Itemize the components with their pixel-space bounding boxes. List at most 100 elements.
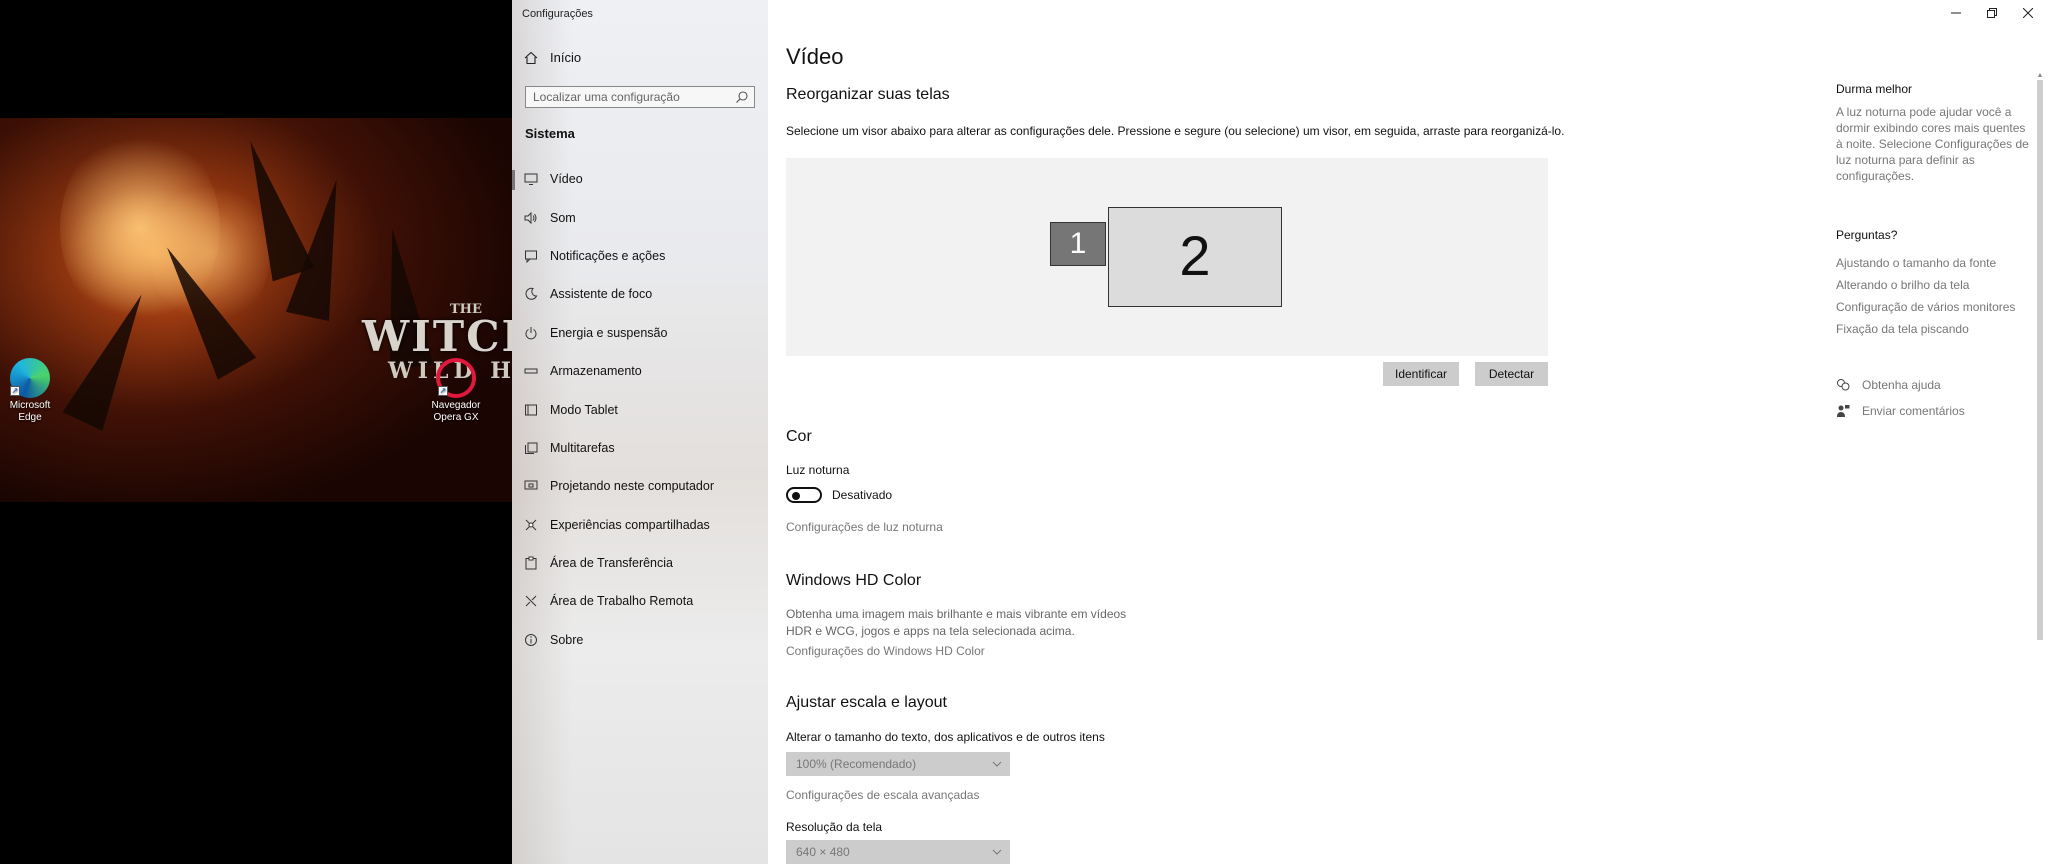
resolution-value: 640 × 480 bbox=[796, 845, 850, 859]
section-title: Sistema bbox=[525, 126, 575, 141]
chevron-down-icon bbox=[992, 846, 1002, 856]
sidebar-item-projecting[interactable]: Projetando neste computador bbox=[512, 467, 768, 505]
wallpaper-title: WITCH bbox=[362, 312, 512, 361]
home-label: Início bbox=[550, 50, 582, 65]
text-size-dropdown[interactable]: 100% (Recomendado) bbox=[786, 752, 1010, 776]
hdr-settings-link[interactable]: Configurações do Windows HD Color bbox=[786, 644, 985, 658]
minimize-button[interactable] bbox=[1938, 0, 1974, 26]
sidebar-item-label: Energia e suspensão bbox=[550, 325, 668, 340]
multitask-icon bbox=[524, 441, 538, 455]
chevron-down-icon bbox=[992, 758, 1002, 768]
get-help-link[interactable]: Obtenha ajuda bbox=[1836, 378, 1941, 392]
desktop: THE WITCH WILD HU Microsoft Edge ↗ Naveg… bbox=[0, 0, 512, 864]
scale-heading: Ajustar escala e layout bbox=[786, 694, 947, 711]
sidebar-nav-list: Vídeo Som Notificações e ações Assistent… bbox=[512, 160, 768, 659]
monitor-icon bbox=[524, 172, 538, 186]
share-icon bbox=[524, 518, 538, 532]
remote-icon bbox=[524, 594, 538, 608]
display-arrangement-area[interactable]: 1 2 bbox=[786, 158, 1548, 356]
arrange-description: Selecione um visor abaixo para alterar a… bbox=[786, 124, 1565, 138]
help-panel: Durma melhor A luz noturna pode ajudar v… bbox=[1836, 0, 2036, 864]
get-help-label: Obtenha ajuda bbox=[1862, 378, 1941, 392]
close-button[interactable] bbox=[2010, 0, 2046, 26]
sidebar-item-notifications[interactable]: Notificações e ações bbox=[512, 237, 768, 275]
resolution-label: Resolução da tela bbox=[786, 820, 883, 834]
text-size-value: 100% (Recomendado) bbox=[796, 757, 917, 771]
help-link[interactable]: Ajustando o tamanho da fonte bbox=[1836, 256, 1996, 270]
sidebar-item-label: Área de Trabalho Remota bbox=[550, 594, 694, 609]
help-link[interactable]: Alterando o brilho da tela bbox=[1836, 278, 1969, 292]
shortcut-arrow-icon: ↗ bbox=[438, 386, 448, 396]
restore-button[interactable] bbox=[1974, 0, 2010, 26]
identify-button[interactable]: Identificar bbox=[1383, 362, 1459, 386]
detect-button[interactable]: Detectar bbox=[1475, 362, 1548, 386]
chat-help-icon bbox=[1836, 378, 1850, 392]
settings-sidebar: Configurações Início Sistema Vídeo bbox=[512, 0, 768, 864]
sidebar-item-label: Multitarefas bbox=[550, 440, 615, 455]
sidebar-item-about[interactable]: Sobre bbox=[512, 621, 768, 659]
projector-icon bbox=[524, 479, 538, 493]
sidebar-item-label: Projetando neste computador bbox=[550, 479, 714, 494]
desktop-icon-label: Navegador bbox=[431, 400, 481, 411]
sidebar-item-tablet[interactable]: Modo Tablet bbox=[512, 390, 768, 428]
night-light-state: Desativado bbox=[832, 488, 893, 502]
monitor-2[interactable]: 2 bbox=[1108, 207, 1282, 307]
scroll-thumb[interactable] bbox=[2037, 80, 2043, 640]
desktop-icon-opera[interactable]: Navegador Opera GX ↗ bbox=[424, 358, 488, 424]
sidebar-item-label: Armazenamento bbox=[550, 364, 642, 379]
shortcut-arrow-icon: ↗ bbox=[10, 386, 20, 396]
sidebar-item-focus-assist[interactable]: Assistente de foco bbox=[512, 275, 768, 313]
desktop-wallpaper: THE WITCH WILD HU bbox=[0, 118, 512, 502]
toggle-knob bbox=[792, 492, 800, 500]
search-icon[interactable] bbox=[735, 90, 749, 104]
sidebar-item-label: Experiências compartilhadas bbox=[550, 517, 710, 532]
sleep-text: A luz noturna pode ajudar você a dormir … bbox=[1836, 105, 2029, 183]
moon-icon bbox=[524, 287, 538, 301]
desktop-icon-label: Edge bbox=[18, 412, 42, 423]
desktop-icon-edge[interactable]: Microsoft Edge ↗ bbox=[0, 358, 62, 424]
search-input[interactable] bbox=[533, 90, 729, 104]
resolution-dropdown[interactable]: 640 × 480 bbox=[786, 840, 1010, 864]
wallpaper-spike bbox=[62, 285, 162, 431]
desktop-icon-label: Microsoft bbox=[9, 400, 51, 411]
sidebar-item-label: Modo Tablet bbox=[550, 402, 618, 417]
sleep-heading: Durma melhor bbox=[1836, 82, 1913, 96]
sidebar-item-remote-desktop[interactable]: Área de Trabalho Remota bbox=[512, 582, 768, 620]
sidebar-item-multitasking[interactable]: Multitarefas bbox=[512, 429, 768, 467]
info-icon bbox=[524, 633, 538, 647]
scroll-up-arrow-icon[interactable]: ▲ bbox=[2036, 72, 2044, 80]
night-light-settings-link[interactable]: Configurações de luz noturna bbox=[786, 520, 943, 534]
hdr-heading: Windows HD Color bbox=[786, 572, 922, 589]
sidebar-item-shared-experiences[interactable]: Experiências compartilhadas bbox=[512, 506, 768, 544]
vertical-scrollbar[interactable]: ▲ bbox=[2036, 72, 2044, 864]
clipboard-icon bbox=[524, 556, 538, 570]
desktop-icon-label: Opera GX bbox=[433, 412, 479, 423]
sidebar-item-clipboard[interactable]: Área de Transferência bbox=[512, 544, 768, 582]
close-icon bbox=[2023, 8, 2033, 18]
window-title: Configurações bbox=[522, 8, 593, 20]
feedback-link[interactable]: Enviar comentários bbox=[1836, 404, 1965, 418]
help-link[interactable]: Configuração de vários monitores bbox=[1836, 300, 2015, 314]
sidebar-item-video[interactable]: Vídeo bbox=[512, 160, 768, 198]
sidebar-item-power[interactable]: Energia e suspensão bbox=[512, 314, 768, 352]
night-light-label: Luz noturna bbox=[786, 463, 850, 477]
notification-icon bbox=[524, 249, 538, 263]
hdr-description: Obtenha uma imagem mais brilhante e mais… bbox=[786, 607, 1127, 638]
power-icon bbox=[524, 326, 538, 340]
feedback-person-icon bbox=[1836, 404, 1850, 418]
arrange-heading: Reorganizar suas telas bbox=[786, 86, 950, 103]
tablet-icon bbox=[524, 403, 538, 417]
sidebar-item-storage[interactable]: Armazenamento bbox=[512, 352, 768, 390]
storage-icon bbox=[524, 364, 538, 378]
sidebar-item-label: Sobre bbox=[550, 632, 584, 647]
help-link[interactable]: Fixação da tela piscando bbox=[1836, 322, 1969, 336]
search-box[interactable] bbox=[525, 86, 755, 108]
sidebar-item-label: Área de Transferência bbox=[550, 556, 673, 571]
sidebar-item-label: Som bbox=[550, 210, 576, 225]
monitor-1[interactable]: 1 bbox=[1050, 222, 1106, 266]
night-light-toggle[interactable] bbox=[786, 487, 822, 503]
home-link[interactable]: Início bbox=[524, 50, 581, 65]
advanced-scaling-link[interactable]: Configurações de escala avançadas bbox=[786, 788, 979, 802]
sidebar-item-sound[interactable]: Som bbox=[512, 198, 768, 236]
screen: THE WITCH WILD HU Microsoft Edge ↗ Naveg… bbox=[0, 0, 2048, 864]
